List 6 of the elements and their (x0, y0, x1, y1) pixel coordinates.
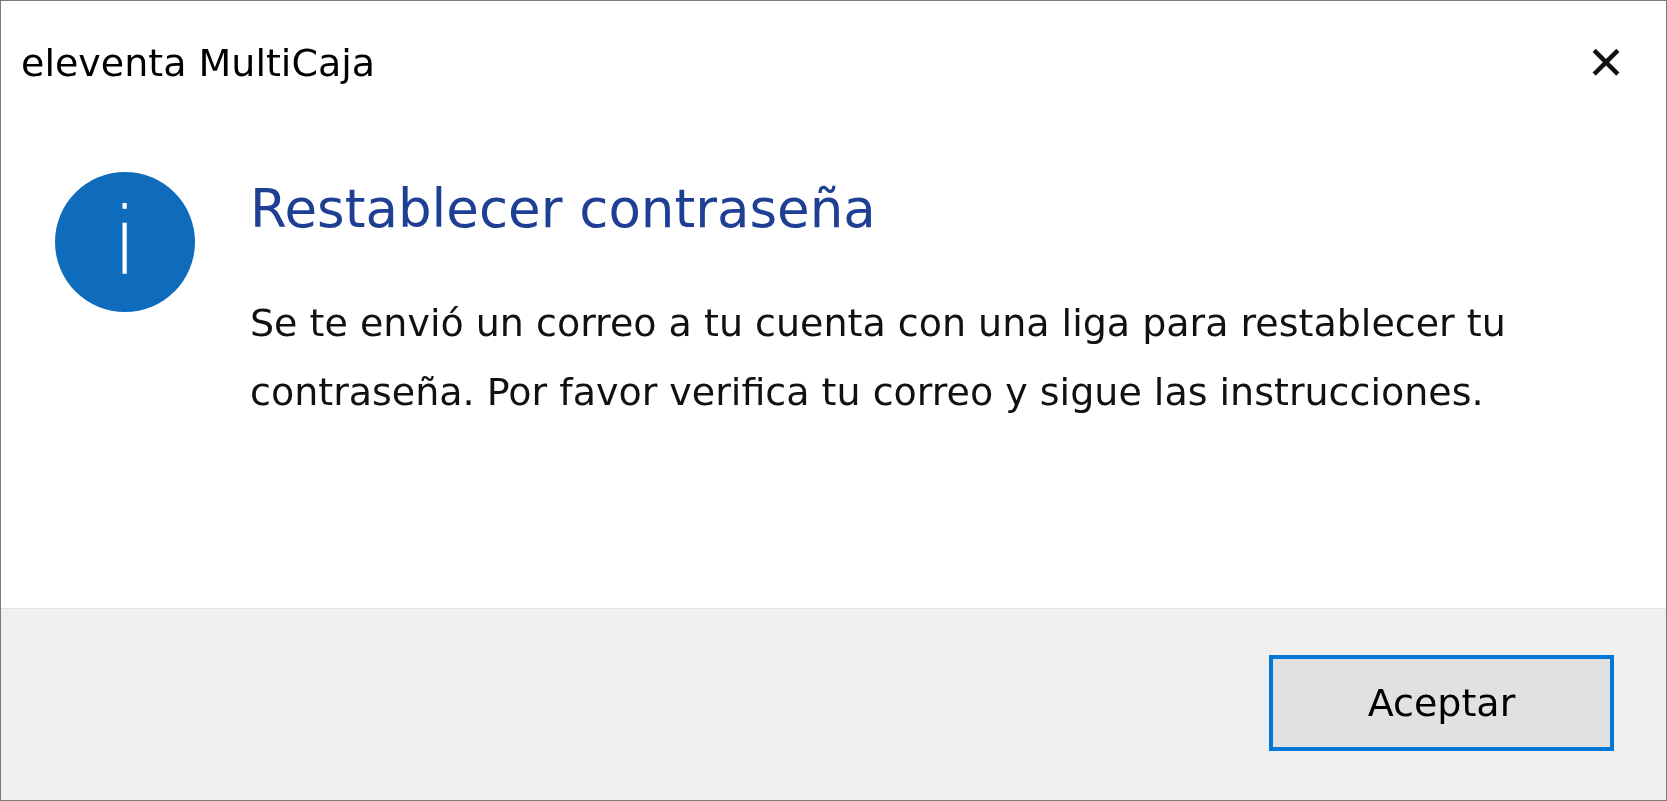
dialog-heading: Restablecer contraseña (250, 178, 877, 239)
accept-button[interactable]: Aceptar (1269, 655, 1614, 751)
info-icon: i (55, 172, 195, 312)
close-button[interactable]: ✕ (1546, 1, 1666, 124)
window-title: eleventa MultiCaja (21, 40, 376, 85)
message-text: Se te envió un correo a tu cuenta con una liga para restablecer tu contraseña. Por favor verifica tu correo y sigue las instrucciones. (250, 300, 1507, 416)
